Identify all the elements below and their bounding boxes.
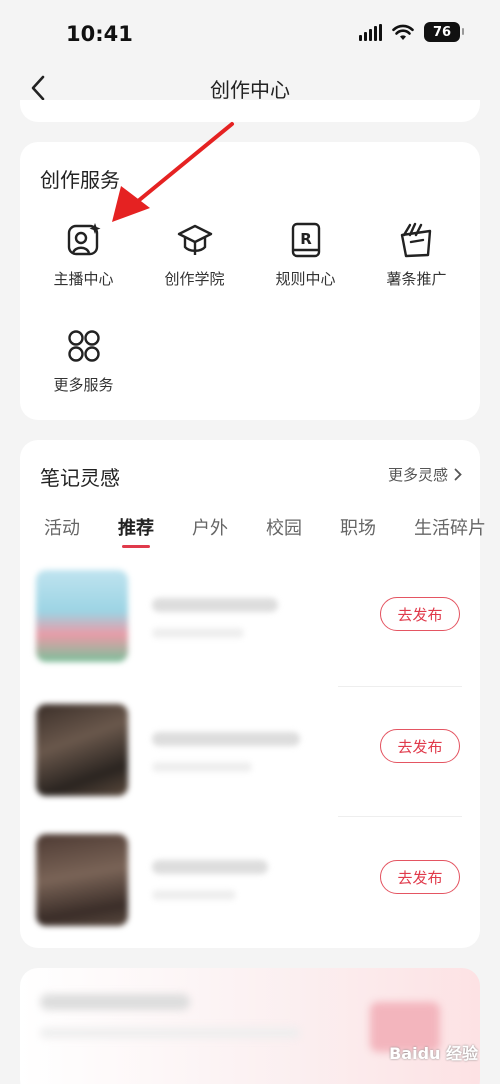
blurred-subtitle xyxy=(152,890,236,900)
publish-button[interactable]: 去发布 xyxy=(380,860,460,894)
service-rules-center[interactable]: R 规则中心 xyxy=(248,220,363,289)
inspiration-thumbnail xyxy=(36,704,128,796)
more-services-icon xyxy=(64,326,104,366)
baidu-watermark-logo: Baidu 经验 xyxy=(389,1044,478,1063)
graduation-cap-icon xyxy=(175,220,215,260)
status-icons: 76 xyxy=(359,22,464,42)
battery-level: 76 xyxy=(432,24,452,40)
tab-activity[interactable]: 活动 xyxy=(44,514,80,540)
fries-promo-icon xyxy=(397,220,437,260)
previous-card-edge xyxy=(20,100,480,122)
note-inspiration-card: 笔记灵感 更多灵感 活动 推荐 户外 校园 职场 生活碎片 去发布 去发布 去发… xyxy=(20,440,486,948)
more-inspiration-label: 更多灵感 xyxy=(387,466,448,484)
tab-workplace[interactable]: 职场 xyxy=(340,514,376,540)
blurred-title xyxy=(152,732,300,746)
service-fries-promotion[interactable]: 薯条推广 xyxy=(359,220,474,289)
status-time: 10:41 xyxy=(66,22,133,46)
divider xyxy=(338,686,462,687)
tab-outdoor[interactable]: 户外 xyxy=(192,514,228,540)
tab-recommended[interactable]: 推荐 xyxy=(118,514,154,548)
service-label: 更多服务 xyxy=(53,376,114,394)
creation-services-card: 创作服务 主播中心 创作学院 R 规则中心 薯条推广 更多服务 xyxy=(20,142,480,420)
more-inspiration-link[interactable]: 更多灵感 xyxy=(388,464,462,485)
blurred-promo-title xyxy=(40,994,190,1010)
tab-life-moments[interactable]: 生活碎片 xyxy=(414,514,486,540)
blurred-title xyxy=(152,860,268,874)
host-center-icon xyxy=(64,220,104,260)
blurred-subtitle xyxy=(152,628,244,638)
status-bar: 10:41 76 xyxy=(0,0,500,64)
service-label: 薯条推广 xyxy=(386,270,447,288)
rules-book-icon: R xyxy=(286,220,326,260)
battery-icon: 76 xyxy=(424,22,464,42)
inspiration-thumbnail xyxy=(36,570,128,662)
tab-campus[interactable]: 校园 xyxy=(266,514,302,540)
blurred-title xyxy=(152,598,278,612)
inspiration-thumbnail xyxy=(36,834,128,926)
publish-button[interactable]: 去发布 xyxy=(380,729,460,763)
promo-card[interactable] xyxy=(20,968,480,1084)
svg-text:R: R xyxy=(300,230,312,248)
divider xyxy=(338,816,462,817)
chevron-right-icon xyxy=(454,468,462,481)
service-more-services[interactable]: 更多服务 xyxy=(26,326,141,395)
inspiration-tabs: 活动 推荐 户外 校园 职场 生活碎片 xyxy=(44,514,500,548)
blurred-subtitle xyxy=(152,762,252,772)
service-host-center[interactable]: 主播中心 xyxy=(26,220,141,289)
wifi-icon xyxy=(392,24,414,40)
signal-icon xyxy=(359,23,382,41)
service-label: 创作学院 xyxy=(164,270,225,288)
service-creation-academy[interactable]: 创作学院 xyxy=(137,220,252,289)
page-title: 创作中心 xyxy=(210,78,290,102)
service-label: 主播中心 xyxy=(53,270,114,288)
service-label: 规则中心 xyxy=(275,270,336,288)
services-section-title: 创作服务 xyxy=(40,168,120,192)
list-item[interactable]: 去发布 xyxy=(20,832,480,962)
inspiration-section-title: 笔记灵感 xyxy=(40,466,120,490)
publish-button[interactable]: 去发布 xyxy=(380,597,460,631)
list-item[interactable]: 去发布 xyxy=(20,702,480,832)
list-item[interactable]: 去发布 xyxy=(20,568,480,698)
blurred-promo-text xyxy=(40,1028,300,1038)
